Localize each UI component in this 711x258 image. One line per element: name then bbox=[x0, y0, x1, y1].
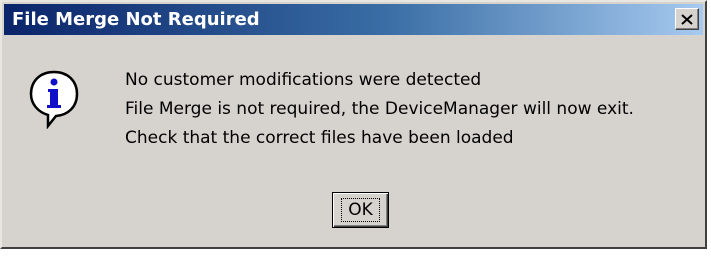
message-line: File Merge is not required, the DeviceMa… bbox=[125, 99, 634, 119]
message-line: No customer modifications were detected bbox=[125, 70, 482, 90]
message-text: No customer modifications were detected … bbox=[125, 66, 634, 153]
info-icon bbox=[29, 70, 79, 129]
title-bar[interactable]: File Merge Not Required bbox=[4, 4, 703, 35]
message-line: Check that the correct files have been l… bbox=[125, 128, 514, 148]
ok-button-label: OK bbox=[341, 198, 380, 222]
ok-button[interactable]: OK bbox=[332, 192, 389, 228]
close-icon bbox=[681, 13, 693, 25]
window-title: File Merge Not Required bbox=[12, 9, 260, 30]
message-dialog: File Merge Not Required No customer modi… bbox=[0, 0, 707, 249]
close-button[interactable] bbox=[675, 8, 699, 30]
